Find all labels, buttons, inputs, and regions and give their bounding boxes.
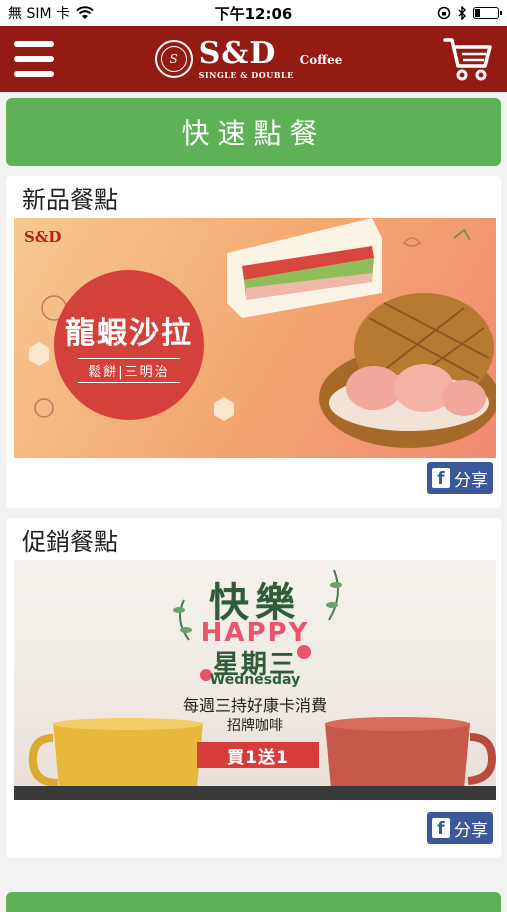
wifi-icon — [76, 6, 94, 19]
status-bar: 無 SIM 卡 下午12:06 — [0, 0, 507, 26]
facebook-icon: f — [432, 468, 450, 488]
promo-offer: 買1送1 — [197, 742, 319, 768]
carrier-label: 無 SIM 卡 — [8, 6, 70, 22]
new-items-title: 新品餐點 — [22, 186, 118, 214]
share-button[interactable]: f 分享 — [427, 462, 493, 494]
share-button[interactable]: f 分享 — [427, 812, 493, 844]
cart-icon[interactable] — [443, 36, 493, 82]
promo-banner[interactable]: 快樂 HAPPY 星期三 Wednesday 每週三持好康卡消費 招牌咖啡 買1… — [14, 560, 496, 800]
new-items-banner[interactable]: S&D 龍蝦沙拉 鬆餅|三明治 — [14, 218, 496, 458]
hamburger-icon[interactable] — [14, 41, 54, 77]
status-time: 下午12:06 — [214, 4, 293, 23]
brand-coffee: Coffee — [299, 53, 343, 67]
next-card-edge — [6, 892, 501, 912]
banner-headline: 龍蝦沙拉 — [65, 315, 193, 351]
headline-badge: 龍蝦沙拉 鬆餅|三明治 — [54, 270, 204, 420]
waffle-image — [319, 293, 496, 448]
orientation-lock-icon — [437, 6, 451, 20]
facebook-icon: f — [432, 818, 450, 838]
share-label: 分享 — [454, 470, 488, 491]
promo-line1: 每週三持好康卡消費 — [182, 696, 327, 715]
promo-items-title: 促銷餐點 — [22, 528, 118, 556]
share-label: 分享 — [454, 820, 488, 841]
promo-wednesday: Wednesday — [209, 672, 301, 688]
new-items-card: 新品餐點 S&D 龍蝦沙拉 鬆餅|三明治 f 分享 — [6, 176, 501, 508]
app-header: S S&D SINGLE & DOUBLE Coffee — [0, 26, 507, 92]
banner-subline: 鬆餅|三明治 — [78, 357, 180, 383]
brand-logo: S S&D SINGLE & DOUBLE Coffee — [154, 36, 343, 80]
brand-name: S&D — [198, 36, 277, 71]
battery-icon — [473, 7, 502, 19]
quick-order-button[interactable]: 快速點餐 — [6, 98, 501, 166]
banner-footer-strip — [14, 786, 496, 800]
battery-fill — [475, 9, 480, 17]
bluetooth-icon — [458, 6, 466, 20]
promo-items-card: 促銷餐點 快樂 HAPPY 星期三 Wednesday 每週三持好康卡消費 招牌… — [6, 518, 501, 858]
brand-subtitle: SINGLE & DOUBLE — [198, 70, 294, 80]
logo-emblem: S — [154, 40, 193, 78]
